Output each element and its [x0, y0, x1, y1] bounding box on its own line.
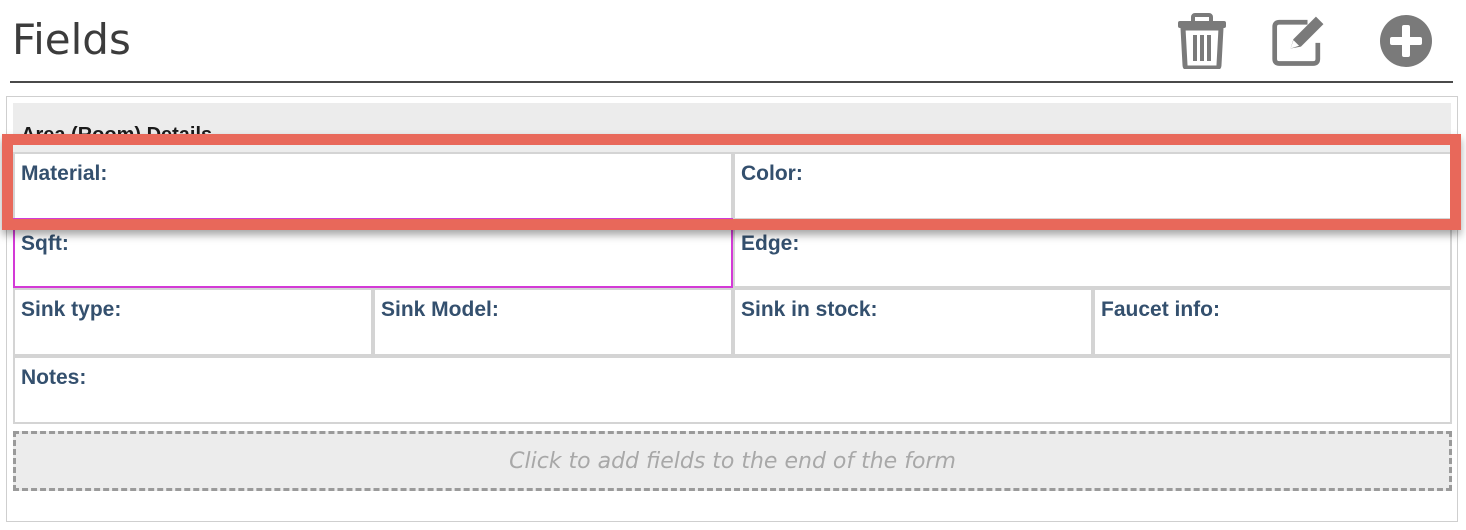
field-label: Notes:	[21, 366, 87, 389]
field-faucet-info[interactable]: Faucet info:	[1093, 288, 1452, 356]
field-label: Color:	[741, 162, 803, 185]
field-sink-model[interactable]: Sink Model:	[373, 288, 733, 356]
field-label: Edge:	[741, 232, 800, 255]
field-label: Faucet info:	[1101, 298, 1220, 321]
trash-icon[interactable]	[1172, 12, 1232, 70]
add-circle-icon[interactable]	[1376, 12, 1436, 70]
field-material[interactable]: Material:	[13, 152, 733, 220]
field-label: Sink in stock:	[741, 298, 878, 321]
add-fields-text: Click to add fields to the end of the fo…	[509, 448, 956, 474]
section-title: Area (Room) Details	[21, 124, 213, 146]
section-header[interactable]	[13, 103, 1451, 153]
add-fields-dropzone[interactable]: Click to add fields to the end of the fo…	[13, 431, 1452, 491]
field-label: Sqft:	[21, 232, 69, 255]
field-edge[interactable]: Edge:	[733, 220, 1452, 288]
field-sqft[interactable]: Sqft:	[13, 218, 733, 288]
field-color[interactable]: Color:	[733, 152, 1452, 220]
field-sink-in-stock[interactable]: Sink in stock:	[733, 288, 1093, 356]
field-label: Sink Model:	[381, 298, 499, 321]
header-divider	[10, 81, 1453, 83]
field-notes[interactable]: Notes:	[13, 356, 1452, 424]
edit-icon[interactable]	[1270, 12, 1330, 70]
field-label: Sink type:	[21, 298, 122, 321]
page-title: Fields	[12, 15, 131, 64]
field-sink-type[interactable]: Sink type:	[13, 288, 373, 356]
field-label: Material:	[21, 162, 108, 185]
